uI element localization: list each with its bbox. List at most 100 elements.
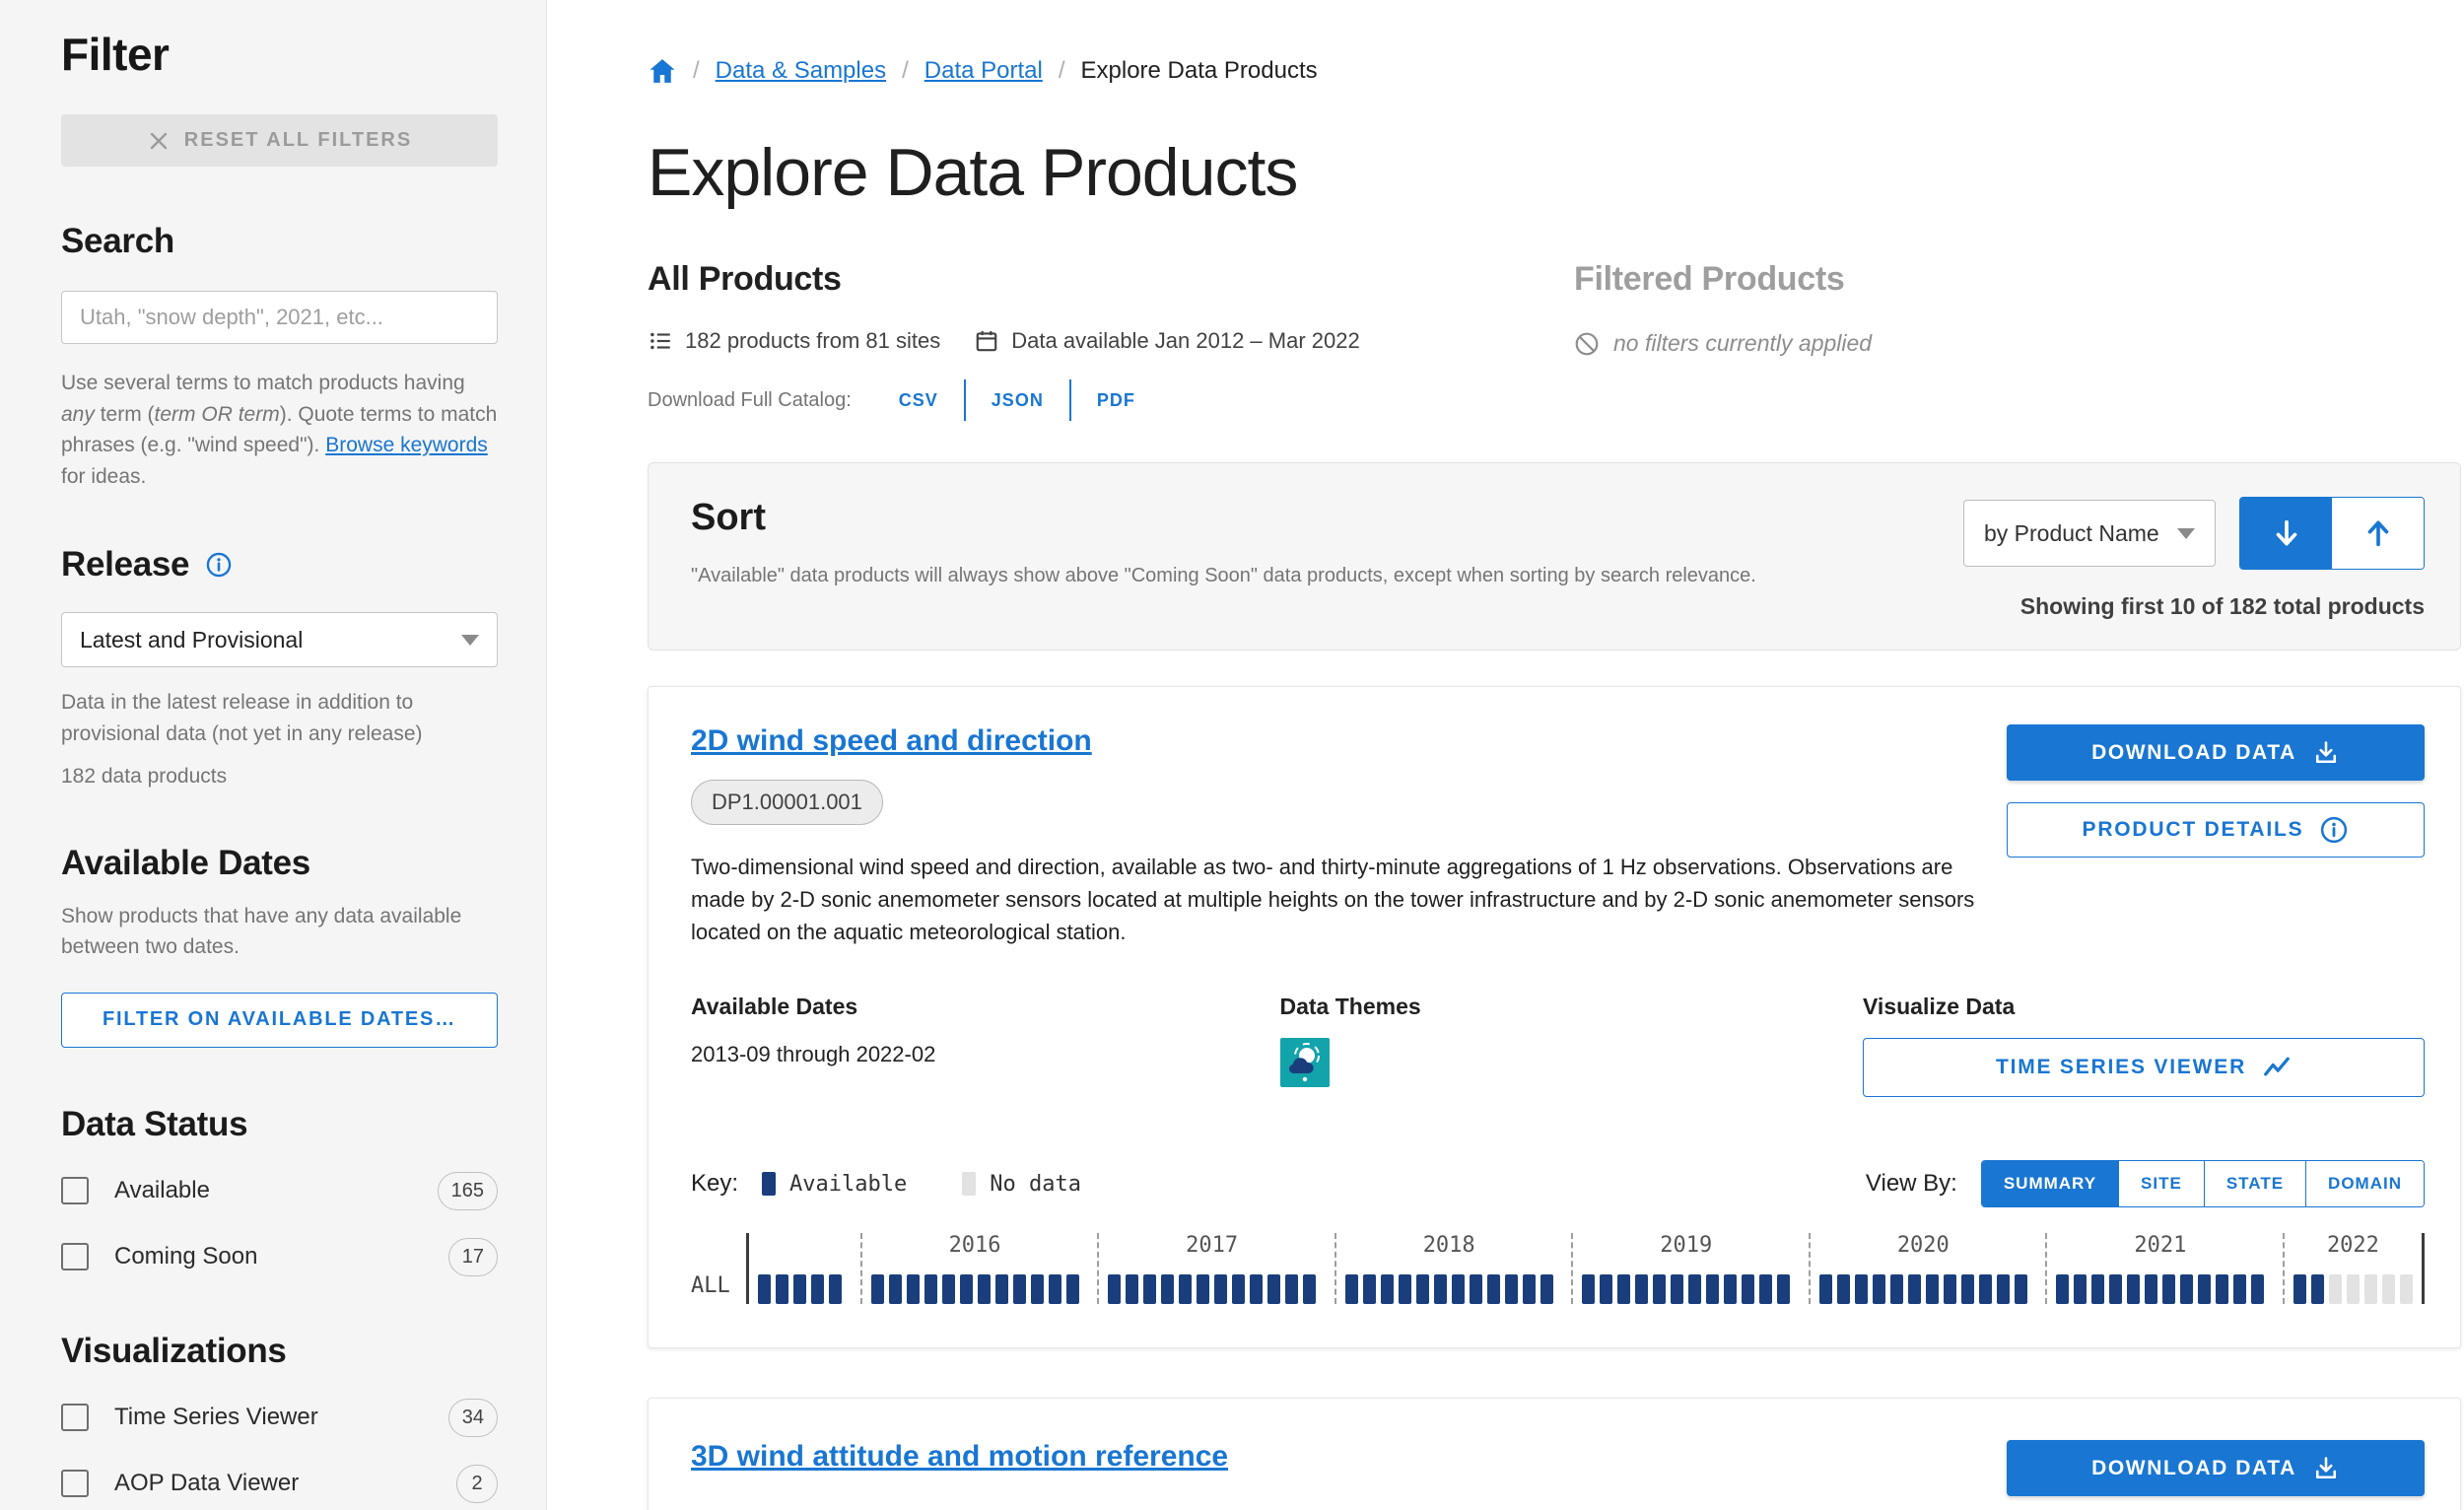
timeline-cell-available [1469, 1274, 1482, 1304]
download-data-button[interactable]: DOWNLOAD DATA [2007, 1440, 2425, 1496]
timeline-cell-available [1854, 1274, 1868, 1304]
home-icon[interactable] [648, 57, 677, 85]
search-input[interactable] [61, 291, 498, 344]
timeline-cell-available [1344, 1274, 1358, 1304]
count-badge: 2 [456, 1464, 498, 1503]
timeline-year-label: 2017 [1186, 1233, 1239, 1258]
timeline-cell-available [1250, 1274, 1264, 1304]
timeline-cell-available [1996, 1274, 2010, 1304]
timeline-cell-available [758, 1274, 771, 1304]
time-series-viewer-checkbox[interactable] [61, 1404, 89, 1431]
sort-by-value: by Product Name [1984, 519, 2159, 546]
page-title: Explore Data Products [648, 135, 1298, 210]
viz-row-aop-data-viewer[interactable]: AOP Data Viewer 2 [61, 1464, 498, 1503]
prohibited-icon [1574, 331, 1600, 357]
timeline-cell-no-data [2328, 1274, 2342, 1304]
view-by-summary-button[interactable]: SUMMARY [1981, 1161, 2119, 1206]
data-status-row-available[interactable]: Available 165 [61, 1171, 498, 1210]
timeline-cell-available [776, 1274, 788, 1304]
available-dates-note: Show products that have any data availab… [61, 904, 462, 959]
arrow-down-icon [2270, 516, 2303, 550]
available-checkbox[interactable] [61, 1177, 89, 1204]
breadcrumb-link-data-portal[interactable]: Data Portal [924, 57, 1043, 85]
coming-soon-checkbox[interactable] [61, 1243, 89, 1270]
product-title-link[interactable]: 3D wind attitude and motion reference [691, 1440, 1228, 1474]
timeline-cell-available [2091, 1274, 2105, 1304]
timeline-cell-available [1742, 1274, 1755, 1304]
timeline-year-label: 2018 [1422, 1233, 1475, 1258]
time-series-viewer-button[interactable]: TIME SERIES VIEWER [1863, 1038, 2425, 1097]
timeline-cell-available [2293, 1274, 2306, 1304]
timeline-cell-available [793, 1274, 806, 1304]
timeline-year-label: 2021 [2134, 1233, 2187, 1258]
timeline-cell-available [2109, 1274, 2123, 1304]
reset-all-filters-button[interactable]: RESET ALL FILTERS [61, 114, 498, 167]
catalog-json-button[interactable]: JSON [966, 390, 1069, 411]
browse-keywords-link[interactable]: Browse keywords [325, 434, 488, 456]
release-select[interactable]: Latest and Provisional [61, 612, 498, 667]
sort-ascending-button[interactable] [2332, 498, 2424, 569]
catalog-csv-button[interactable]: CSV [873, 390, 964, 411]
timeline-cell-available [1653, 1274, 1667, 1304]
download-data-button[interactable]: DOWNLOAD DATA [2007, 724, 2425, 781]
release-note: Data in the latest release in addition t… [61, 691, 423, 745]
timeline-segment: 2017 [1097, 1233, 1325, 1304]
timeline-cell-available [1777, 1274, 1791, 1304]
timeline-cell-available [2127, 1274, 2141, 1304]
sort-by-select[interactable]: by Product Name [1963, 500, 2216, 567]
filtered-products-heading: Filtered Products [1574, 260, 1845, 298]
info-icon[interactable] [205, 551, 233, 579]
chevron-down-icon [2177, 527, 2195, 539]
view-by-label: View By: [1865, 1170, 1957, 1197]
chart-key: Key: Available No data [691, 1170, 1081, 1198]
timeline-cell-no-data [2381, 1274, 2395, 1304]
close-icon [147, 129, 171, 153]
timeline-cell-available [1943, 1274, 1956, 1304]
no-filters-message: no filters currently applied [1574, 330, 1872, 357]
timeline-cell-available [1582, 1274, 1596, 1304]
timeline-segment: 2022 [2282, 1233, 2422, 1304]
timeline-cell-available [1362, 1274, 1376, 1304]
download-catalog-label: Download Full Catalog: [648, 388, 852, 411]
timeline-segment: 2021 [2045, 1233, 2273, 1304]
filter-title: Filter [61, 29, 170, 80]
timeline-cell-available [1978, 1274, 1992, 1304]
timeline-cell-available [2162, 1274, 2176, 1304]
product-title-link[interactable]: 2D wind speed and direction [691, 724, 1092, 758]
data-status-heading: Data Status [61, 1104, 248, 1143]
checkbox-label: Coming Soon [114, 1243, 258, 1270]
timeline-cell-available [2310, 1274, 2324, 1304]
filter-available-dates-button[interactable]: FILTER ON AVAILABLE DATES… [61, 992, 498, 1048]
timeline-cell-available [2216, 1274, 2229, 1304]
timeline-cell-available [1635, 1274, 1649, 1304]
available-dates-value: 2013-09 through 2022-02 [691, 1042, 936, 1066]
timeline-cell-available [1232, 1274, 1246, 1304]
timeline-cell-no-data [2399, 1274, 2413, 1304]
timeline-cell-available [1688, 1274, 1702, 1304]
calendar-icon [974, 328, 999, 354]
search-heading: Search [61, 222, 174, 260]
timeline-cell-available [2145, 1274, 2158, 1304]
breadcrumb-separator: / [693, 57, 700, 84]
breadcrumb-current: Explore Data Products [1080, 57, 1318, 84]
catalog-pdf-button[interactable]: PDF [1071, 390, 1161, 411]
view-by-domain-button[interactable]: DOMAIN [2305, 1161, 2424, 1206]
data-status-row-coming-soon[interactable]: Coming Soon 17 [61, 1237, 498, 1276]
product-details-button[interactable]: PRODUCT DETAILS [2007, 802, 2425, 858]
view-by-site-button[interactable]: SITE [2118, 1161, 2204, 1206]
sort-descending-button[interactable] [2240, 498, 2332, 569]
atmosphere-theme-icon[interactable] [1279, 1038, 1330, 1087]
trend-line-icon [2262, 1053, 2292, 1082]
timeline-cell-available [870, 1274, 884, 1304]
timeline-cell-available [888, 1274, 902, 1304]
products-count-stat: 182 products from 81 sites [648, 328, 940, 354]
timeline-cell-available [2056, 1274, 2070, 1304]
aop-data-viewer-checkbox[interactable] [61, 1470, 89, 1497]
timeline-segment: 2020 [1808, 1233, 2036, 1304]
viz-row-time-series-viewer[interactable]: Time Series Viewer 34 [61, 1398, 498, 1437]
breadcrumb-link-data-samples[interactable]: Data & Samples [716, 57, 886, 85]
release-heading: Release [61, 545, 190, 583]
date-range-stat: Data available Jan 2012 – Mar 2022 [974, 328, 1360, 354]
view-by-state-button[interactable]: STATE [2203, 1161, 2306, 1206]
timeline-cell-available [1030, 1274, 1044, 1304]
